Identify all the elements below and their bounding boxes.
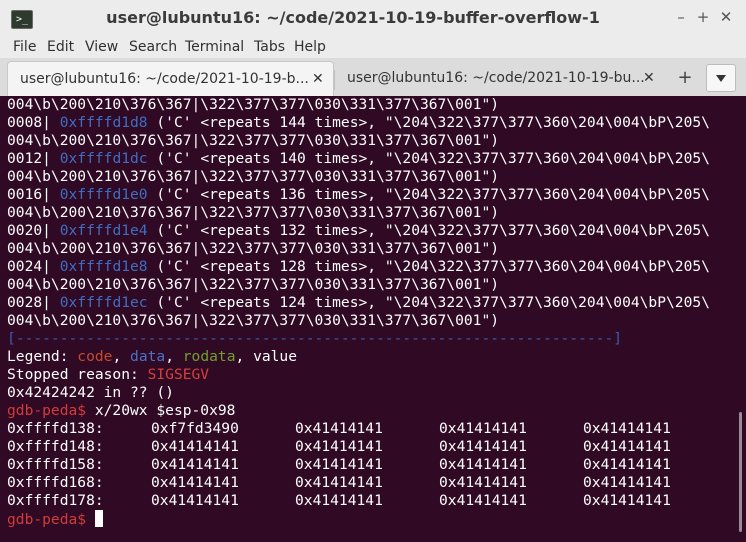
menu-bar: File Edit View Search Terminal Tabs Help bbox=[0, 36, 746, 58]
legend-label: Legend: bbox=[7, 348, 78, 365]
tab-1-label: user@lubuntu16: ~/code/2021-10-19-b... bbox=[20, 71, 309, 87]
scrollbar-thumb[interactable] bbox=[739, 412, 742, 532]
stopped-reason-line: Stopped reason: SIGSEGV bbox=[7, 366, 209, 384]
stack-offset: 0028| bbox=[7, 294, 51, 311]
command-line: gdb-peda$ x/20wx $esp-0x98 bbox=[7, 402, 235, 420]
section-separator: [---------------------------------------… bbox=[7, 330, 623, 347]
stack-offset: 0020| bbox=[7, 222, 51, 239]
dump-address: 0xffffd138: bbox=[7, 420, 104, 437]
tab-1-close-icon[interactable]: ✕ bbox=[312, 62, 324, 96]
stack-value: ('C' <repeats 128 times>, "\204\322\377\… bbox=[147, 258, 710, 275]
legend-rodata: rodata bbox=[182, 348, 236, 365]
legend-line: Legend: code, data, rodata, value bbox=[7, 348, 297, 365]
legend-value: value bbox=[253, 348, 297, 365]
dump-word: 0x41414141 bbox=[583, 420, 671, 437]
dump-word: 0x41414141 bbox=[583, 456, 671, 473]
dump-address: 0xffffd148: bbox=[7, 438, 104, 455]
stack-address: 0xffffd1ec bbox=[59, 294, 148, 311]
stack-offset: 0016| bbox=[7, 186, 51, 203]
stack-address: 0xffffd1e0 bbox=[59, 186, 148, 203]
new-tab-button[interactable]: + bbox=[674, 61, 696, 95]
dump-word: 0x41414141 bbox=[295, 420, 383, 437]
menu-view[interactable]: View bbox=[85, 36, 118, 58]
tab-2-close-icon[interactable]: ✕ bbox=[643, 61, 655, 95]
text-cursor bbox=[94, 510, 103, 527]
stack-value: ('C' <repeats 132 times>, "\204\322\377\… bbox=[147, 222, 710, 239]
dump-word: 0x41414141 bbox=[295, 492, 383, 509]
dump-word: 0x41414141 bbox=[151, 456, 239, 473]
menu-tabs[interactable]: Tabs bbox=[254, 36, 285, 58]
stack-line: 0028| 0xffffd1ec ('C' <repeats 124 times… bbox=[7, 294, 710, 312]
window-title: user@lubuntu16: ~/code/2021-10-19-buffer… bbox=[106, 8, 600, 27]
stack-line: 0016| 0xffffd1e0 ('C' <repeats 136 times… bbox=[7, 186, 710, 204]
menu-edit[interactable]: Edit bbox=[47, 36, 74, 58]
dump-word: 0x41414141 bbox=[439, 474, 527, 491]
active-prompt-line[interactable]: gdb-peda$ bbox=[7, 510, 103, 528]
tab-2-label: user@lubuntu16: ~/code/2021-10-19-bu... bbox=[347, 70, 645, 86]
stack-line: 0020| 0xffffd1e4 ('C' <repeats 132 times… bbox=[7, 222, 710, 240]
dump-address: 0xffffd168: bbox=[7, 474, 104, 491]
stopped-signal: SIGSEGV bbox=[147, 366, 210, 383]
tab-bar: user@lubuntu16: ~/code/2021-10-19-b... ✕… bbox=[0, 58, 746, 97]
tab-list-button[interactable] bbox=[706, 64, 736, 92]
menu-terminal[interactable]: Terminal bbox=[185, 36, 244, 58]
stopped-label: Stopped reason: bbox=[7, 366, 148, 383]
stack-line: 004\b\200\210\376\367|\322\377\377\030\3… bbox=[7, 168, 500, 185]
legend-code: code bbox=[77, 348, 113, 365]
stack-line: 0012| 0xffffd1dc ('C' <repeats 140 times… bbox=[7, 150, 710, 168]
dump-word: 0x41414141 bbox=[151, 474, 239, 491]
stack-value: ('C' <repeats 140 times>, "\204\322\377\… bbox=[147, 150, 710, 167]
dump-word: 0x41414141 bbox=[439, 438, 527, 455]
dump-word: 0x41414141 bbox=[583, 492, 671, 509]
dump-address: 0xffffd158: bbox=[7, 456, 104, 473]
stack-address: 0xffffd1e8 bbox=[59, 258, 148, 275]
title-bar[interactable]: >_ user@lubuntu16: ~/code/2021-10-19-buf… bbox=[0, 0, 746, 36]
chevron-down-icon bbox=[716, 75, 726, 82]
dump-address: 0xffffd178: bbox=[7, 492, 104, 509]
stack-value: ('C' <repeats 124 times>, "\204\322\377\… bbox=[147, 294, 710, 311]
stack-offset: 0024| bbox=[7, 258, 51, 275]
close-window-button[interactable]: ✕ bbox=[715, 6, 737, 28]
dump-word: 0x41414141 bbox=[295, 438, 383, 455]
terminal-output[interactable]: 004\b\200\210\376\367|\322\377\377\030\3… bbox=[0, 96, 738, 542]
stack-line: 004\b\200\210\376\367|\322\377\377\030\3… bbox=[7, 96, 500, 113]
legend-data: data bbox=[130, 348, 166, 365]
dump-word: 0xf7fd3490 bbox=[151, 420, 239, 437]
stack-line: 004\b\200\210\376\367|\322\377\377\030\3… bbox=[7, 132, 500, 149]
menu-file[interactable]: File bbox=[13, 36, 36, 58]
stack-address: 0xffffd1e4 bbox=[59, 222, 148, 239]
dump-word: 0x41414141 bbox=[295, 456, 383, 473]
stack-line: 004\b\200\210\376\367|\322\377\377\030\3… bbox=[7, 204, 500, 221]
dump-word: 0x41414141 bbox=[151, 438, 239, 455]
dump-word: 0x41414141 bbox=[439, 492, 527, 509]
stack-offset: 0012| bbox=[7, 150, 51, 167]
tab-1[interactable]: user@lubuntu16: ~/code/2021-10-19-b... ✕ bbox=[7, 61, 334, 96]
stack-address: 0xffffd1d8 bbox=[59, 114, 148, 131]
stack-value: ('C' <repeats 136 times>, "\204\322\377\… bbox=[147, 186, 710, 203]
tab-2[interactable]: user@lubuntu16: ~/code/2021-10-19-bu... … bbox=[335, 61, 665, 95]
stack-line: 0008| 0xffffd1d8 ('C' <repeats 144 times… bbox=[7, 114, 710, 132]
stack-address: 0xffffd1dc bbox=[59, 150, 148, 167]
minimize-button[interactable]: – bbox=[670, 6, 692, 28]
menu-help[interactable]: Help bbox=[294, 36, 326, 58]
stack-line: 0024| 0xffffd1e8 ('C' <repeats 128 times… bbox=[7, 258, 710, 276]
stack-line: 004\b\200\210\376\367|\322\377\377\030\3… bbox=[7, 276, 500, 293]
menu-search[interactable]: Search bbox=[129, 36, 177, 58]
terminal-window: >_ user@lubuntu16: ~/code/2021-10-19-buf… bbox=[0, 0, 746, 542]
dump-word: 0x41414141 bbox=[583, 438, 671, 455]
gdb-prompt: gdb-peda$ bbox=[7, 511, 87, 528]
crash-location-line: 0x42424242 in ?? () bbox=[7, 384, 174, 401]
gdb-prompt: gdb-peda$ bbox=[7, 402, 87, 419]
dump-word: 0x41414141 bbox=[295, 474, 383, 491]
dump-word: 0x41414141 bbox=[439, 456, 527, 473]
maximize-button[interactable]: + bbox=[692, 6, 714, 28]
command-text: x/20wx $esp-0x98 bbox=[86, 402, 236, 419]
dump-word: 0x41414141 bbox=[439, 420, 527, 437]
stack-offset: 0008| bbox=[7, 114, 51, 131]
dump-word: 0x41414141 bbox=[151, 492, 239, 509]
stack-line: 004\b\200\210\376\367|\322\377\377\030\3… bbox=[7, 312, 500, 329]
dump-word: 0x41414141 bbox=[583, 474, 671, 491]
stack-line: 004\b\200\210\376\367|\322\377\377\030\3… bbox=[7, 240, 500, 257]
stack-value: ('C' <repeats 144 times>, "\204\322\377\… bbox=[147, 114, 710, 131]
